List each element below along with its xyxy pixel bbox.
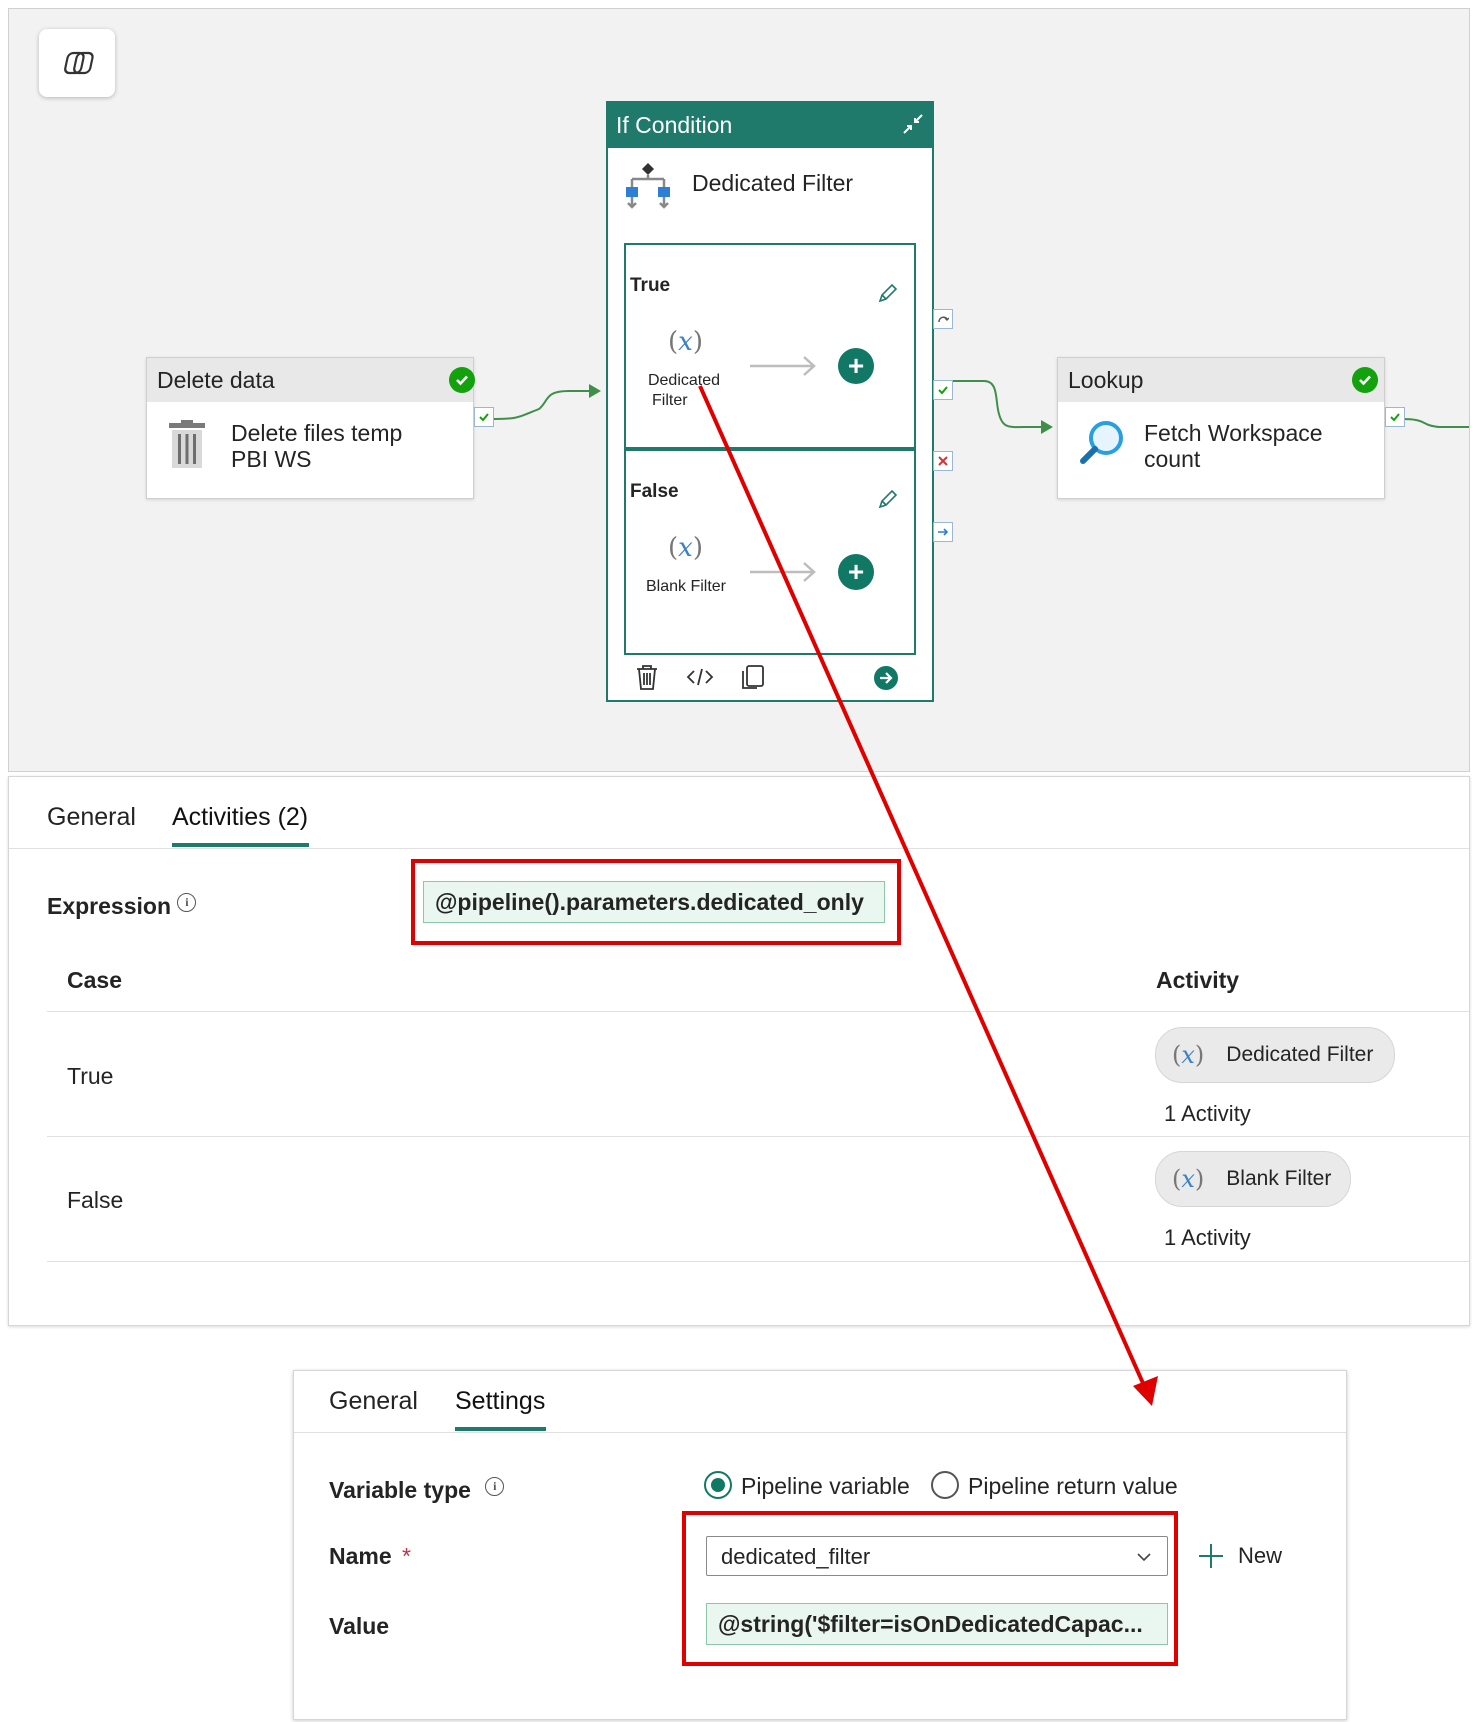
column-header-activity: Activity (1156, 967, 1240, 993)
true-branch-label: True (630, 275, 671, 296)
activity-count: 1 Activity (1164, 1225, 1251, 1250)
magnifier-icon (1080, 421, 1123, 464)
false-activity-name: Blank Filter (645, 578, 727, 595)
table-divider (47, 1261, 1469, 1262)
variable-icon: (x) (668, 533, 703, 563)
collapse-icon[interactable] (900, 111, 926, 137)
lookup-node[interactable]: Lookup Fetch Workspace count (1057, 357, 1385, 499)
pipeline-canvas[interactable]: Delete data Delete files temp PBI WS If … (8, 8, 1470, 772)
trash-icon (169, 420, 205, 468)
success-check-icon (449, 367, 475, 393)
lookup-node-name-1: Fetch Workspace (1144, 420, 1323, 446)
required-mark: * (402, 1543, 411, 1569)
case-cell: True (67, 1063, 114, 1089)
code-icon[interactable] (686, 665, 714, 689)
false-branch-label: False (630, 481, 679, 502)
delete-success-port[interactable] (474, 407, 494, 427)
active-tab-indicator (455, 1427, 546, 1431)
radio-pipeline-return-value[interactable] (931, 1471, 959, 1499)
lookup-node-name-2: count (1144, 446, 1201, 472)
check-icon (938, 386, 948, 395)
copy-icon[interactable] (740, 663, 766, 691)
new-variable-label: New (1238, 1543, 1283, 1568)
activity-count: 1 Activity (1164, 1101, 1251, 1126)
tab-divider (294, 1432, 1346, 1433)
delete-data-node-type: Delete data (147, 358, 473, 402)
expression-label: Expression i (47, 893, 197, 920)
arrow-right-icon (880, 672, 893, 684)
delete-data-node[interactable]: Delete data Delete files temp PBI WS (146, 357, 475, 499)
tab-divider (9, 848, 1469, 849)
case-cell: False (67, 1187, 124, 1213)
delete-data-node-name-2: PBI WS (231, 446, 312, 472)
name-label: Name * (329, 1543, 411, 1570)
info-icon[interactable]: i (485, 1477, 505, 1496)
variable-type-label: Variable type i (329, 1477, 505, 1504)
annotation-highlight-box (682, 1511, 1178, 1666)
pencil-icon[interactable] (876, 281, 900, 305)
table-divider (47, 1136, 1469, 1137)
trash-icon[interactable] (634, 663, 660, 691)
set-variable-properties-panel: General Settings Variable type i Pipelin… (293, 1370, 1347, 1720)
table-divider (47, 1011, 1469, 1012)
false-branch[interactable]: False (x) Blank Filter + (624, 449, 916, 655)
skip-icon (938, 316, 949, 323)
lookup-success-port[interactable] (1385, 407, 1405, 427)
true-activity-name-1: Dedicated (647, 372, 721, 389)
add-true-activity-button[interactable]: + (838, 348, 874, 384)
activity-chip[interactable]: (x) Dedicated Filter (1155, 1027, 1395, 1083)
check-icon (1390, 413, 1400, 422)
if-condition-icon (626, 163, 670, 209)
name-label-text: Name (329, 1543, 392, 1569)
arrow-right-icon (750, 356, 816, 376)
radio-pipeline-variable-label: Pipeline variable (741, 1473, 910, 1499)
if-condition-node[interactable]: If Condition Dedicated Filter True (x) D… (606, 101, 934, 702)
skip-port[interactable] (933, 309, 953, 329)
true-branch[interactable]: True (x) Dedicated Filter + (624, 243, 916, 449)
tab-settings[interactable]: Settings (455, 1387, 545, 1416)
tab-general[interactable]: General (329, 1387, 418, 1416)
if-condition-node-type: If Condition (608, 103, 932, 148)
activity-chip-label: Dedicated Filter (1226, 1043, 1374, 1066)
variable-icon: (x) (1172, 1041, 1205, 1069)
radio-pipeline-return-value-label: Pipeline return value (968, 1473, 1178, 1499)
new-variable-button[interactable]: New (1196, 1536, 1282, 1576)
pencil-icon[interactable] (876, 487, 900, 511)
go-to-activity-button[interactable] (874, 666, 898, 690)
expression-label-text: Expression (47, 893, 171, 919)
true-activity-name: Dedicated Filter (644, 371, 724, 411)
if-condition-properties-panel: General Activities (2) Expression i @pip… (8, 776, 1470, 1326)
activity-chip-label: Blank Filter (1226, 1167, 1332, 1190)
completion-icon (938, 528, 949, 536)
fail-port[interactable] (933, 451, 953, 471)
info-icon[interactable]: i (177, 893, 197, 912)
variable-icon: (x) (668, 327, 703, 357)
success-port[interactable] (933, 380, 953, 400)
activity-chip[interactable]: (x) Blank Filter (1155, 1151, 1351, 1207)
plus-icon: + (847, 556, 865, 587)
completion-port[interactable] (933, 522, 953, 542)
value-label: Value (329, 1613, 390, 1639)
variable-icon: (x) (1172, 1165, 1205, 1193)
delete-data-node-name-1: Delete files temp (231, 420, 403, 446)
lookup-node-type: Lookup (1058, 358, 1384, 402)
plus-icon (1199, 1544, 1223, 1568)
active-tab-indicator (172, 843, 309, 847)
arrow-right-icon (750, 562, 816, 582)
plus-icon: + (847, 350, 865, 381)
tab-activities[interactable]: Activities (2) (172, 803, 308, 832)
if-condition-node-name: Dedicated Filter (692, 170, 854, 196)
variable-type-label-text: Variable type (329, 1477, 471, 1503)
column-header-case: Case (67, 967, 122, 993)
radio-pipeline-variable[interactable] (704, 1471, 732, 1499)
annotation-highlight-box (411, 859, 901, 945)
tab-general[interactable]: General (47, 803, 136, 832)
check-icon (479, 413, 489, 422)
add-false-activity-button[interactable]: + (838, 554, 874, 590)
success-check-icon (1352, 367, 1378, 393)
true-activity-name-2: Filter (652, 392, 688, 409)
fail-icon (938, 456, 948, 466)
